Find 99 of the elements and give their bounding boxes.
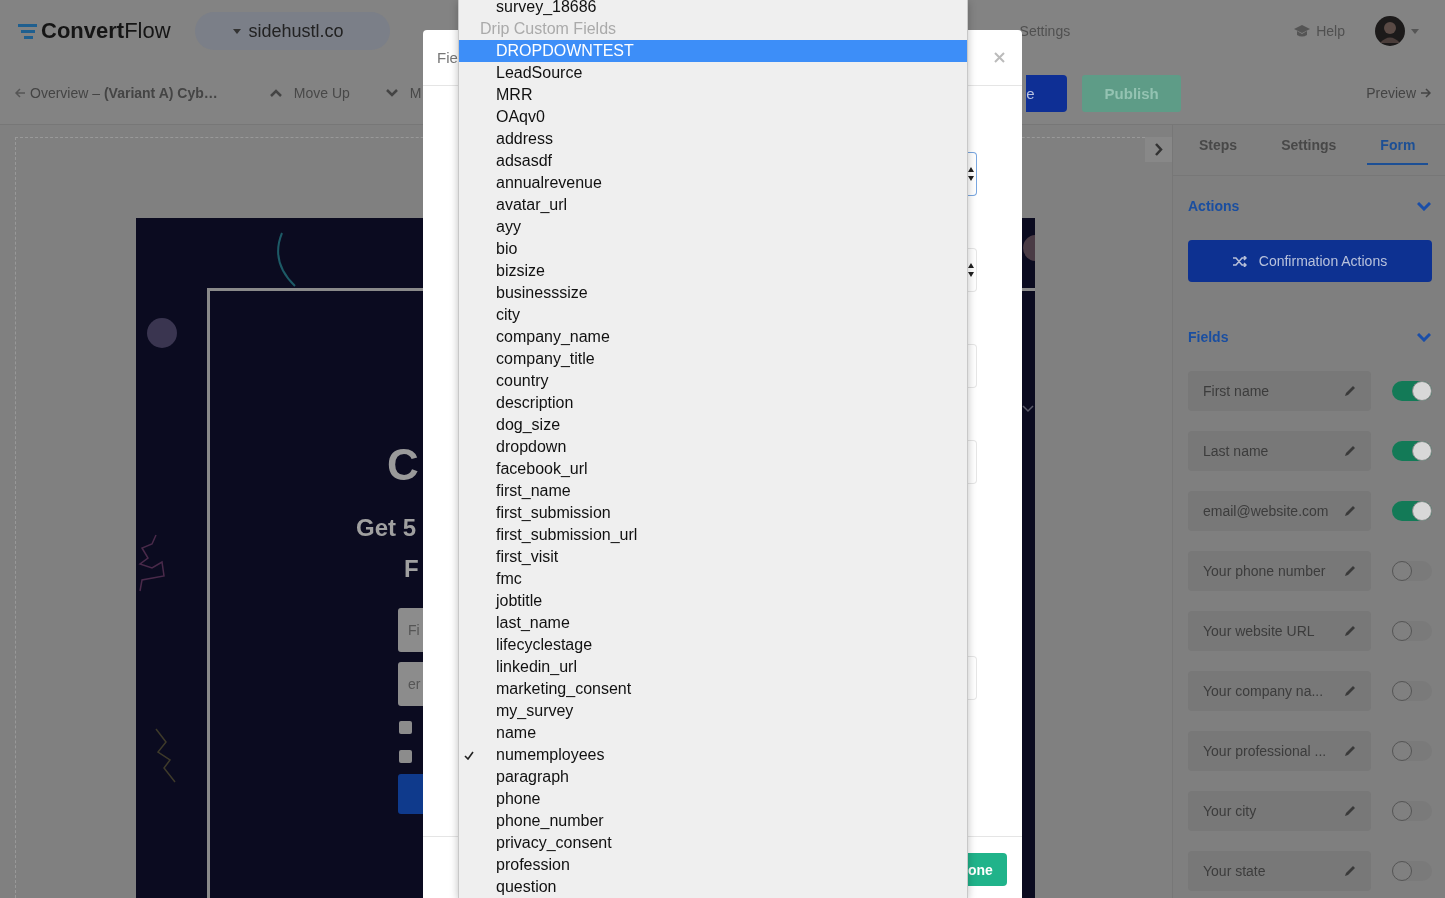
logo: ConvertFlow bbox=[41, 18, 171, 44]
dropdown-option[interactable]: first_submission bbox=[459, 502, 967, 524]
form-subheading: F bbox=[404, 555, 419, 583]
pencil-icon[interactable] bbox=[1344, 865, 1356, 877]
field-label: Your phone number bbox=[1203, 563, 1326, 579]
field-label: Your state bbox=[1203, 863, 1266, 879]
site-selector[interactable]: sidehustl.co bbox=[194, 12, 390, 50]
field-label: Your professional ... bbox=[1203, 743, 1327, 759]
dropdown-option[interactable]: first_submission_url bbox=[459, 524, 967, 546]
logo-icon bbox=[18, 23, 38, 39]
field-label: Your website URL bbox=[1203, 623, 1315, 639]
caret-icon[interactable] bbox=[1410, 28, 1419, 34]
checkbox[interactable] bbox=[399, 750, 412, 763]
dropdown-option[interactable]: question bbox=[459, 876, 967, 898]
caret-icon bbox=[232, 28, 241, 34]
dropdown-option[interactable]: dropdown bbox=[459, 436, 967, 458]
dropdown-option[interactable]: privacy_consent bbox=[459, 832, 967, 854]
field-label: Your city bbox=[1203, 803, 1257, 819]
dropdown-option[interactable]: company_title bbox=[459, 348, 967, 370]
avatar[interactable] bbox=[1374, 16, 1405, 46]
arc-icon bbox=[274, 232, 296, 287]
toggle-switch[interactable] bbox=[1392, 681, 1432, 701]
dropdown-option[interactable]: phone_number bbox=[459, 810, 967, 832]
chevron-down-icon bbox=[1022, 405, 1034, 413]
shuffle-icon bbox=[1232, 255, 1247, 267]
form-heading: C bbox=[387, 440, 419, 490]
dropdown-option[interactable]: last_name bbox=[459, 612, 967, 634]
pencil-icon[interactable] bbox=[1344, 685, 1356, 697]
toggle-switch[interactable] bbox=[1392, 561, 1432, 581]
graduation-cap-icon bbox=[1294, 25, 1311, 37]
chevron-up-icon[interactable] bbox=[269, 89, 282, 97]
dropdown-option[interactable]: LeadSource bbox=[459, 62, 967, 84]
toggle-switch[interactable] bbox=[1392, 381, 1432, 401]
dropdown-option[interactable]: name bbox=[459, 722, 967, 744]
dropdown-option[interactable]: address bbox=[459, 128, 967, 150]
dropdown-option[interactable]: marketing_consent bbox=[459, 678, 967, 700]
chevron-icon[interactable] bbox=[1417, 201, 1431, 211]
collapse-panel-button[interactable] bbox=[1145, 137, 1172, 162]
toggle-switch[interactable] bbox=[1392, 621, 1432, 641]
dropdown-option[interactable]: first_visit bbox=[459, 546, 967, 568]
dropdown-option[interactable]: profession bbox=[459, 854, 967, 876]
toggle-switch[interactable] bbox=[1392, 441, 1432, 461]
dropdown-option[interactable]: company_name bbox=[459, 326, 967, 348]
pencil-icon[interactable] bbox=[1344, 565, 1356, 577]
toggle-switch[interactable] bbox=[1392, 741, 1432, 761]
dropdown-option[interactable]: OAqv0 bbox=[459, 106, 967, 128]
dot-icon bbox=[146, 316, 180, 350]
field-label: email@website.com bbox=[1203, 503, 1329, 519]
dropdown-option[interactable]: businesssize bbox=[459, 282, 967, 304]
confirmation-actions-button[interactable]: Confirmation Actions bbox=[1188, 240, 1432, 282]
dropdown-option[interactable]: phone bbox=[459, 788, 967, 810]
toggle-switch[interactable] bbox=[1392, 501, 1432, 521]
dropdown-option[interactable]: MRR bbox=[459, 84, 967, 106]
form-subheading: Get 5 bbox=[356, 514, 417, 542]
dropdown-option[interactable]: fmc bbox=[459, 568, 967, 590]
dropdown-option[interactable]: description bbox=[459, 392, 967, 414]
option-group-label: Drip Custom Fields bbox=[479, 19, 618, 39]
pencil-icon[interactable] bbox=[1344, 805, 1356, 817]
dropdown-option[interactable]: annualrevenue bbox=[459, 172, 967, 194]
dropdown-option[interactable]: lifecyclestage bbox=[459, 634, 967, 656]
pencil-icon[interactable] bbox=[1344, 625, 1356, 637]
save-button[interactable]: e bbox=[1026, 74, 1068, 112]
modal-title: Fie bbox=[437, 49, 458, 66]
toggle-switch[interactable] bbox=[1392, 861, 1432, 881]
arrow-right-icon bbox=[1420, 88, 1431, 98]
pencil-icon[interactable] bbox=[1344, 445, 1356, 457]
pencil-icon[interactable] bbox=[1344, 505, 1356, 517]
checkbox[interactable] bbox=[399, 721, 412, 734]
toggle-switch[interactable] bbox=[1392, 801, 1432, 821]
field-label: Last name bbox=[1203, 443, 1269, 459]
back-arrow-icon[interactable] bbox=[15, 88, 26, 98]
dropdown-option[interactable]: linkedin_url bbox=[459, 656, 967, 678]
dropdown-option[interactable]: adsasdf bbox=[459, 150, 967, 172]
close-icon[interactable] bbox=[994, 52, 1005, 63]
field-label: Your company na... bbox=[1203, 683, 1324, 699]
zigzag-icon bbox=[154, 728, 176, 783]
field-label: First name bbox=[1203, 383, 1270, 399]
dropdown-option[interactable]: facebook_url bbox=[459, 458, 967, 480]
zigzag-icon bbox=[138, 534, 166, 592]
chevron-icon[interactable] bbox=[1417, 332, 1431, 342]
dropdown-option[interactable]: jobtitle bbox=[459, 590, 967, 612]
dropdown-option[interactable]: bio bbox=[459, 238, 967, 260]
chevron-down-icon[interactable] bbox=[385, 89, 398, 97]
dropdown-option[interactable]: bizsize bbox=[459, 260, 967, 282]
sort-arrows-icon bbox=[968, 166, 974, 182]
dropdown-option[interactable]: country bbox=[459, 370, 967, 392]
dropdown-option[interactable]: survey_18686 bbox=[459, 0, 967, 18]
sort-arrows-icon bbox=[968, 262, 974, 278]
pencil-icon[interactable] bbox=[1344, 385, 1356, 397]
dropdown-option[interactable]: city bbox=[459, 304, 967, 326]
dropdown-option[interactable]: dog_size bbox=[459, 414, 967, 436]
pencil-icon[interactable] bbox=[1344, 745, 1356, 757]
chevron-right-icon bbox=[1154, 143, 1163, 156]
dropdown-option[interactable]: paragraph bbox=[459, 766, 967, 788]
dropdown-option[interactable]: avatar_url bbox=[459, 194, 967, 216]
dropdown-option[interactable]: my_survey bbox=[459, 700, 967, 722]
dropdown-option[interactable]: numemployees bbox=[459, 744, 967, 766]
dropdown-option[interactable]: ayy bbox=[459, 216, 967, 238]
dropdown-option[interactable]: first_name bbox=[459, 480, 967, 502]
